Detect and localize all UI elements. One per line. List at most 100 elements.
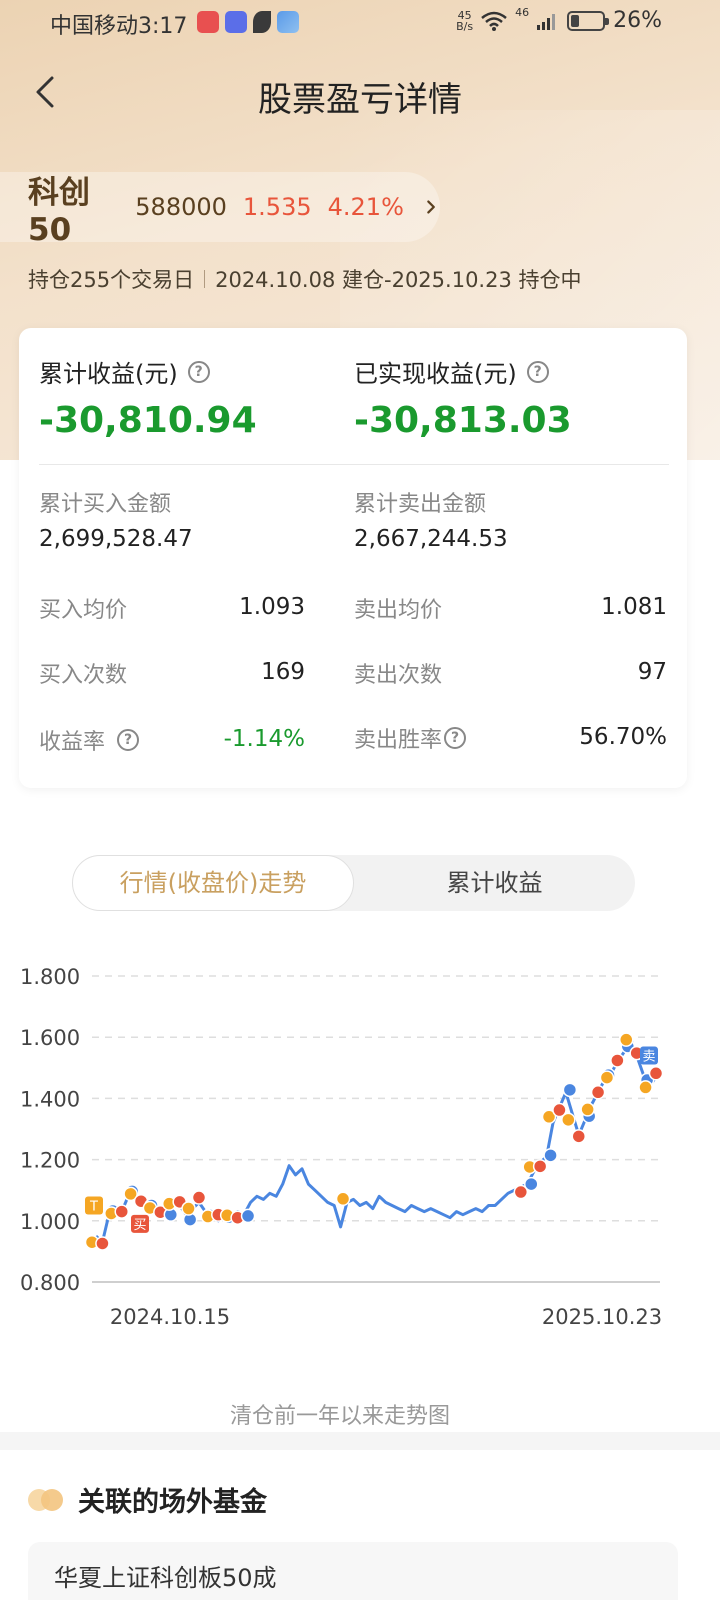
trade-dot <box>524 1176 539 1192</box>
trade-dot <box>619 1032 634 1047</box>
trade-dot <box>580 1102 595 1117</box>
trade-dot <box>562 1082 578 1098</box>
trade-dot <box>590 1085 606 1100</box>
y-tick-label: 0.800 <box>20 1271 80 1295</box>
stock-name: 科创50 <box>28 174 90 248</box>
network-type: 46 <box>515 6 530 19</box>
trade-dot <box>599 1070 615 1085</box>
y-tick-label: 1.000 <box>20 1210 80 1234</box>
trade-dot <box>114 1204 129 1219</box>
trade-marker-label: T <box>89 1200 98 1215</box>
profit-summary-card: 累计收益(元) ? -30,810.94 已实现收益(元) ? -30,813.… <box>19 328 687 788</box>
help-icon[interactable]: ? <box>444 727 467 749</box>
trade-dot <box>532 1159 548 1174</box>
notification-icons <box>197 11 299 33</box>
section-spacer <box>0 1432 720 1450</box>
holding-period: 2024.10.08 建仓-2025.10.23 持仓中 <box>215 268 582 292</box>
x-tick-label: 2024.10.15 <box>110 1305 230 1329</box>
trade-dot <box>240 1208 256 1224</box>
coins-icon <box>28 1487 68 1513</box>
sell-avg-value: 1.081 <box>601 594 667 620</box>
related-fund-name: 华夏上证科创板50成 <box>54 1564 277 1592</box>
trade-dot <box>638 1080 653 1095</box>
holding-separator <box>204 270 206 288</box>
paper-plane-app-icon <box>253 11 271 33</box>
clock: 3:17 <box>138 14 188 39</box>
tab-price-trend[interactable]: 行情(收盘价)走势 <box>72 855 354 911</box>
trade-marker: 买 <box>131 1214 149 1233</box>
page-title: 股票盈亏详情 <box>258 80 462 120</box>
y-tick-label: 1.800 <box>20 965 80 989</box>
trade-dot <box>191 1190 207 1205</box>
wifi-icon <box>481 11 507 31</box>
help-icon[interactable]: ? <box>187 360 210 383</box>
x-tick-label: 2025.10.23 <box>542 1305 662 1329</box>
related-funds-title: 关联的场外基金 <box>78 1487 267 1518</box>
buy-avg-label: 买入均价 <box>39 598 128 623</box>
chart-caption: 清仓前一年以来走势图 <box>229 1404 450 1429</box>
trade-dot <box>648 1066 664 1081</box>
price-line <box>94 1035 658 1244</box>
status-right: 45 B/s 46 26% <box>456 6 662 33</box>
sell-count-value: 97 <box>637 659 667 685</box>
buy-avg-value: 1.093 <box>239 594 305 620</box>
yield-label: 收益率 ? <box>39 724 140 756</box>
holding-days: 持仓255个交易日 <box>28 268 195 292</box>
net-speed-value: 45 <box>457 8 472 22</box>
tab-cumulative-profit[interactable]: 累计收益 <box>354 855 635 911</box>
yield-label-text: 收益率 <box>39 730 106 755</box>
trade-marker: T <box>85 1196 103 1215</box>
related-funds-header: 关联的场外基金 <box>28 1480 267 1519</box>
buy-count-label: 买入次数 <box>39 663 128 688</box>
buy-amount-value: 2,699,528.47 <box>39 526 193 552</box>
yield-value: -1.14% <box>223 726 305 752</box>
trade-dot <box>95 1236 110 1251</box>
chevron-right-icon <box>427 200 435 214</box>
chart-app-icon <box>277 11 299 33</box>
stock-code: 588000 <box>135 193 227 221</box>
realized-profit-label-text: 已实现收益(元) <box>354 360 517 388</box>
y-tick-label: 1.200 <box>20 1149 80 1173</box>
trade-dot <box>335 1191 351 1207</box>
sell-amount-value: 2,667,244.53 <box>354 526 508 552</box>
net-speed: 45 B/s <box>456 10 473 32</box>
status-bar: 中国移动3:17 45 B/s 46 26% <box>0 0 720 46</box>
trade-marker-label: 买 <box>133 1218 146 1233</box>
help-icon[interactable]: ? <box>117 729 140 751</box>
cumulative-profit-label: 累计收益(元) ? <box>39 354 210 389</box>
signal-icon <box>537 13 556 30</box>
browser-app-icon <box>225 11 247 33</box>
sell-count-label: 卖出次数 <box>354 663 443 688</box>
carrier-time: 中国移动3:17 <box>50 8 187 40</box>
holding-info: 持仓255个交易日 2024.10.08 建仓-2025.10.23 持仓中 <box>28 264 582 294</box>
trade-marker-label: 卖 <box>642 1050 655 1065</box>
related-fund-item[interactable]: 华夏上证科创板50成 <box>28 1542 678 1600</box>
y-tick-label: 1.600 <box>20 1026 80 1050</box>
net-speed-unit: B/s <box>456 19 474 33</box>
sell-avg-label: 卖出均价 <box>354 598 443 623</box>
win-rate-label-text: 卖出胜率 <box>354 728 443 753</box>
sell-amount-label: 累计卖出金额 <box>354 492 487 517</box>
trade-dot <box>571 1129 587 1144</box>
win-rate-value: 56.70% <box>579 724 667 750</box>
help-icon[interactable]: ? <box>526 360 549 383</box>
chart-tab-switch: 行情(收盘价)走势 累计收益 <box>72 855 635 911</box>
card-divider <box>39 464 669 465</box>
trade-dot <box>543 1148 558 1163</box>
nav-bar: 股票盈亏详情 <box>0 60 720 124</box>
realized-profit-label: 已实现收益(元) ? <box>354 354 549 389</box>
cumulative-profit-label-text: 累计收益(元) <box>39 360 178 388</box>
stock-quote-pill[interactable]: 科创50 588000 1.535 4.21% <box>0 172 440 248</box>
stock-change-percent: 4.21% <box>327 193 404 221</box>
battery-icon <box>567 10 610 31</box>
trade-dot <box>561 1112 576 1128</box>
shop-app-icon <box>197 11 219 33</box>
trade-marker: 卖 <box>640 1046 658 1065</box>
win-rate-label: 卖出胜率 ? <box>354 722 467 754</box>
buy-count-value: 169 <box>261 659 305 685</box>
carrier-label: 中国移动 <box>50 14 139 39</box>
realized-profit-value: -30,813.03 <box>354 400 572 441</box>
trade-dot <box>610 1053 625 1068</box>
stock-price: 1.535 <box>242 193 312 221</box>
trade-dot <box>181 1201 196 1216</box>
